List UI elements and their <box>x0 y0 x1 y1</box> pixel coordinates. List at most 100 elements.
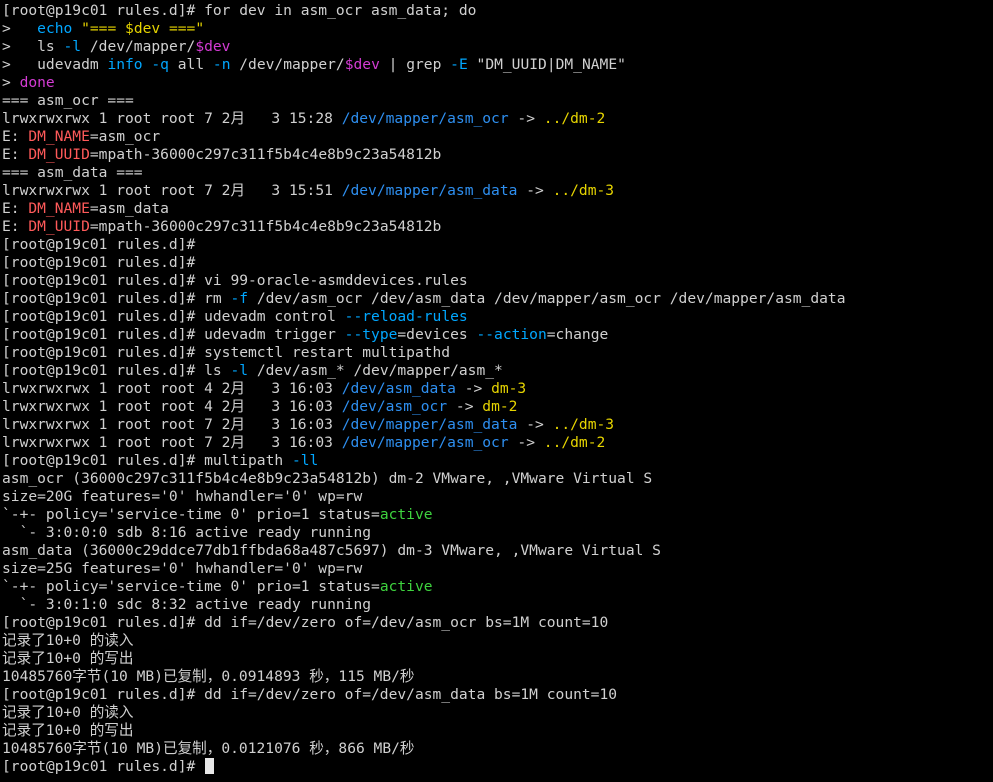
terminal-line: 记录了10+0 的读入 <box>2 632 993 650</box>
terminal-text: -> <box>508 110 544 127</box>
terminal-text: $dev <box>195 38 231 55</box>
terminal-line: `-+- policy='service-time 0' prio=1 stat… <box>2 578 993 596</box>
terminal-line: 记录了10+0 的写出 <box>2 650 993 668</box>
terminal-text: lrwxrwxrwx 1 root root 4 2月 3 16:03 <box>2 380 342 397</box>
terminal-text: > <box>2 20 38 37</box>
terminal-text: /dev/asm_ocr <box>341 398 448 415</box>
terminal-line: lrwxrwxrwx 1 root root 7 2月 3 16:03 /dev… <box>2 434 993 452</box>
terminal-text: ../dm-2 <box>543 434 606 451</box>
terminal-window[interactable]: [root@p19c01 rules.d]# for dev in asm_oc… <box>0 0 993 782</box>
terminal-text: E: <box>2 146 29 163</box>
terminal-text: active <box>379 578 433 595</box>
terminal-text: [root@p19c01 rules.d]# for dev in asm_oc… <box>2 2 477 19</box>
terminal-text: lrwxrwxrwx 1 root root 7 2月 3 16:03 <box>2 434 342 451</box>
terminal-text: ../dm-2 <box>543 110 606 127</box>
terminal-line: [root@p19c01 rules.d]# <box>2 254 993 272</box>
terminal-line: [root@p19c01 rules.d]# <box>2 758 993 776</box>
terminal-text: size=25G features='0' hwhandler='0' wp=r… <box>2 560 363 577</box>
terminal-text: E: <box>2 218 29 235</box>
terminal-text: > <box>2 74 20 91</box>
terminal-line: === asm_data === <box>2 164 993 182</box>
terminal-text: --reload-rules <box>344 308 468 325</box>
terminal-line: lrwxrwxrwx 1 root root 7 2月 3 15:28 /dev… <box>2 110 993 128</box>
terminal-text: 记录了10+0 的写出 <box>2 722 134 739</box>
terminal-text: `- 3:0:1:0 sdc 8:32 active ready running <box>2 596 372 613</box>
terminal-text: [root@p19c01 rules.d]# udevadm trigger <box>2 326 345 343</box>
terminal-text: [root@p19c01 rules.d]# rm <box>2 290 231 307</box>
terminal-text: === asm_data === <box>2 164 143 181</box>
terminal-text: `-+- policy='service-time 0' prio=1 stat… <box>2 578 380 595</box>
terminal-text: 10485760字节(10 MB)已复制，0.0121076 秒，866 MB/… <box>2 740 415 757</box>
terminal-text: -l <box>63 38 82 55</box>
terminal-text: asm_data (36000c29ddce77db1ffbda68a487c5… <box>2 542 661 559</box>
terminal-text: =asm_data <box>89 200 169 217</box>
terminal-line: > echo "=== $dev ===" <box>2 20 993 38</box>
terminal-line: === asm_ocr === <box>2 92 993 110</box>
terminal-text: -ll <box>291 452 319 469</box>
terminal-text: active <box>379 506 433 523</box>
terminal-text: lrwxrwxrwx 1 root root 4 2月 3 16:03 <box>2 398 342 415</box>
terminal-text: 记录了10+0 的读入 <box>2 632 134 649</box>
terminal-line: [root@p19c01 rules.d]# udevadm control -… <box>2 308 993 326</box>
terminal-line: `- 3:0:0:0 sdb 8:16 active ready running <box>2 524 993 542</box>
terminal-text: /dev/asm_ocr /dev/asm_data /dev/mapper/a… <box>248 290 846 307</box>
terminal-line: lrwxrwxrwx 1 root root 7 2月 3 16:03 /dev… <box>2 416 993 434</box>
terminal-text: -q <box>151 56 169 73</box>
terminal-line: [root@p19c01 rules.d]# dd if=/dev/zero o… <box>2 614 993 632</box>
terminal-text: [root@p19c01 rules.d]# <box>2 758 205 775</box>
terminal-text: -l <box>230 362 249 379</box>
terminal-text: /dev/mapper/asm_ocr <box>341 434 509 451</box>
terminal-text: dm-2 <box>482 398 518 415</box>
terminal-text: === asm_ocr === <box>2 92 134 109</box>
terminal-text: /dev/mapper/asm_ocr <box>341 110 509 127</box>
terminal-text: 10485760字节(10 MB)已复制，0.0914893 秒，115 MB/… <box>2 668 415 685</box>
terminal-text: all <box>168 56 213 73</box>
terminal-text: E: <box>2 200 29 217</box>
terminal-text: [root@p19c01 rules.d]# multipath <box>2 452 292 469</box>
terminal-text: -f <box>230 290 249 307</box>
terminal-line: 记录了10+0 的读入 <box>2 704 993 722</box>
terminal-text: > udevadm <box>2 56 108 73</box>
terminal-text: "DM_UUID|DM_NAME" <box>467 56 626 73</box>
terminal-text: [root@p19c01 rules.d]# vi 99-oracle-asmd… <box>2 272 468 289</box>
terminal-text: /dev/mapper/ <box>81 38 196 55</box>
terminal-text: echo <box>37 20 73 37</box>
terminal-text: -E <box>450 56 468 73</box>
terminal-line: lrwxrwxrwx 1 root root 4 2月 3 16:03 /dev… <box>2 380 993 398</box>
terminal-line: [root@p19c01 rules.d]# rm -f /dev/asm_oc… <box>2 290 993 308</box>
terminal-text: /dev/asm_data <box>341 380 456 397</box>
terminal-line: asm_ocr (36000c297c311f5b4c4e8b9c23a5481… <box>2 470 993 488</box>
terminal-text: [root@p19c01 rules.d]# <box>2 236 196 253</box>
terminal-line: [root@p19c01 rules.d]# multipath -ll <box>2 452 993 470</box>
terminal-text: lrwxrwxrwx 1 root root 7 2月 3 15:51 <box>2 182 342 199</box>
terminal-text: --type <box>344 326 398 343</box>
terminal-line: asm_data (36000c29ddce77db1ffbda68a487c5… <box>2 542 993 560</box>
terminal-line: [root@p19c01 rules.d]# dd if=/dev/zero o… <box>2 686 993 704</box>
terminal-text: =mpath-36000c297c311f5b4c4e8b9c23a54812b <box>89 218 442 235</box>
terminal-line: > udevadm info -q all -n /dev/mapper/$de… <box>2 56 993 74</box>
terminal-line: > ls -l /dev/mapper/$dev <box>2 38 993 56</box>
terminal-text: -> <box>455 380 492 397</box>
terminal-text: $dev <box>344 56 380 73</box>
terminal-line: size=20G features='0' hwhandler='0' wp=r… <box>2 488 993 506</box>
terminal-line: > done <box>2 74 993 92</box>
terminal-line: lrwxrwxrwx 1 root root 4 2月 3 16:03 /dev… <box>2 398 993 416</box>
terminal-text: dm-3 <box>491 380 527 397</box>
terminal-text: 记录了10+0 的写出 <box>2 650 134 667</box>
terminal-line: `- 3:0:1:0 sdc 8:32 active ready running <box>2 596 993 614</box>
terminal-text: -> <box>517 416 553 433</box>
terminal-line: E: DM_NAME=asm_ocr <box>2 128 993 146</box>
terminal-text: "=== $dev ===" <box>81 20 205 37</box>
terminal-line: `-+- policy='service-time 0' prio=1 stat… <box>2 506 993 524</box>
terminal-text: ../dm-3 <box>552 416 615 433</box>
terminal-line: lrwxrwxrwx 1 root root 7 2月 3 15:51 /dev… <box>2 182 993 200</box>
terminal-text: DM_NAME <box>28 200 90 217</box>
terminal-text: [root@p19c01 rules.d]# dd if=/dev/zero o… <box>2 686 618 703</box>
terminal-text: [root@p19c01 rules.d]# <box>2 254 196 271</box>
terminal-line: [root@p19c01 rules.d]# ls -l /dev/asm_* … <box>2 362 993 380</box>
terminal-text: done <box>19 74 55 91</box>
terminal-text: =change <box>546 326 609 343</box>
terminal-text: -n <box>212 56 231 73</box>
terminal-line: E: DM_UUID=mpath-36000c297c311f5b4c4e8b9… <box>2 218 993 236</box>
